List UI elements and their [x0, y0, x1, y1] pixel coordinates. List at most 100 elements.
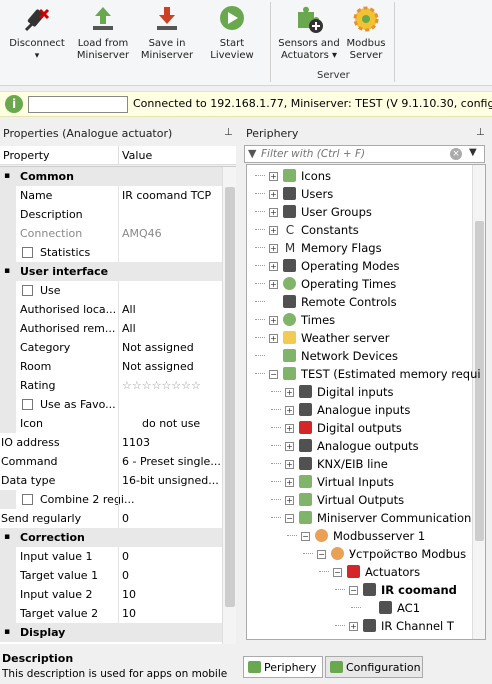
tree-node[interactable]: + Times	[247, 311, 473, 329]
tree-node[interactable]: − Modbusserver 1	[247, 527, 473, 545]
property-category[interactable]: ▪ Common	[0, 167, 222, 186]
tree-node[interactable]: + Digital outputs	[247, 419, 473, 437]
expand-icon[interactable]: +	[269, 334, 278, 343]
tree-node[interactable]: AC1	[247, 599, 473, 617]
pin-icon[interactable]: ⊥	[476, 127, 485, 138]
property-value[interactable]: Not assigned	[122, 357, 220, 376]
tree-node[interactable]: + Analogue inputs	[247, 401, 473, 419]
collapse-icon[interactable]: −	[333, 568, 342, 577]
property-value[interactable]: 16-bit unsigned...	[122, 471, 220, 490]
collapse-icon[interactable]: −	[269, 370, 278, 379]
expand-icon[interactable]: +	[269, 208, 278, 217]
property-row[interactable]: Use	[0, 281, 222, 300]
tree-node[interactable]: − Miniserver Communication	[247, 509, 473, 527]
load-from-miniserver-button[interactable]: Load from Miniserver	[72, 2, 134, 62]
collapse-icon[interactable]: ▪	[4, 262, 10, 281]
property-row[interactable]: Icon do not use	[0, 414, 222, 433]
disconnect-button[interactable]: Disconnect ▾	[6, 2, 68, 62]
expand-icon[interactable]: +	[269, 280, 278, 289]
tree-node[interactable]: + C Constants	[247, 221, 473, 239]
expand-icon[interactable]: +	[269, 316, 278, 325]
tree-node[interactable]: + Digital inputs	[247, 383, 473, 401]
expand-icon[interactable]: +	[285, 442, 294, 451]
tree-node[interactable]: + Operating Times	[247, 275, 473, 293]
pin-icon[interactable]: ⊥	[224, 127, 233, 138]
tree-node[interactable]: − TEST (Estimated memory requi	[247, 365, 481, 383]
property-row[interactable]: Description	[0, 205, 222, 224]
tree-node[interactable]: − Устройство Modbus	[247, 545, 473, 563]
property-row[interactable]: Input value 1 0	[0, 547, 222, 566]
property-value[interactable]: 0	[122, 547, 220, 566]
property-row[interactable]: Authorised rem... All	[0, 319, 222, 338]
expand-icon[interactable]: +	[269, 244, 278, 253]
property-row[interactable]: Statistics	[0, 243, 222, 262]
property-value[interactable]: Not assigned	[122, 338, 220, 357]
tree-node[interactable]: + User Groups	[247, 203, 473, 221]
property-row[interactable]: Target value 1 0	[0, 566, 222, 585]
rating-stars[interactable]: ☆☆☆☆☆☆☆☆	[122, 376, 220, 395]
expand-icon[interactable]: +	[269, 226, 278, 235]
property-row[interactable]: Use as Favo...	[0, 395, 222, 414]
property-value[interactable]: 6 - Preset single...	[122, 452, 220, 471]
property-value[interactable]: 0	[122, 509, 220, 528]
tree-node[interactable]: + Virtual Outputs	[247, 491, 473, 509]
chevron-down-icon[interactable]: ▼	[469, 147, 477, 158]
save-in-miniserver-button[interactable]: Save in Miniserver	[136, 2, 198, 62]
property-value[interactable]: AMQ46	[122, 224, 220, 243]
disconnect-dropdown[interactable]: ▾	[6, 50, 68, 62]
column-property[interactable]: Property	[3, 146, 50, 165]
tree-node[interactable]: + Users	[247, 185, 473, 203]
property-row[interactable]: Data type 16-bit unsigned...	[0, 471, 222, 490]
modbus-server-button[interactable]: Modbus Server	[342, 2, 390, 62]
tab-configuration[interactable]: Configuration	[325, 656, 423, 678]
expand-icon[interactable]: +	[285, 388, 294, 397]
property-row[interactable]: Target value 2 10	[0, 604, 222, 623]
tree-node[interactable]: + M Memory Flags	[247, 239, 473, 257]
property-row[interactable]: Command 6 - Preset single...	[0, 452, 222, 471]
property-category[interactable]: ▪ User interface	[0, 262, 222, 281]
tree-node[interactable]: + Virtual Inputs	[247, 473, 473, 491]
property-value[interactable]: 10	[122, 585, 220, 604]
property-value[interactable]: All	[122, 319, 220, 338]
properties-scrollbar[interactable]	[222, 167, 236, 644]
tree-node[interactable]: − IR coomand	[247, 581, 473, 599]
tree-node[interactable]: + Weather server	[247, 329, 473, 347]
property-row[interactable]: Room Not assigned	[0, 357, 222, 376]
property-value[interactable]: IR coomand TCP	[122, 186, 220, 205]
expand-icon[interactable]: +	[285, 478, 294, 487]
property-category[interactable]: ▪ Display	[0, 623, 222, 642]
tree-node[interactable]: + Icons	[247, 167, 473, 185]
property-value[interactable]: 0	[122, 566, 220, 585]
collapse-icon[interactable]: −	[301, 532, 310, 541]
property-row[interactable]: Rating ☆☆☆☆☆☆☆☆	[0, 376, 222, 395]
expand-icon[interactable]: +	[269, 190, 278, 199]
property-value[interactable]: 10	[122, 604, 220, 623]
property-row[interactable]: Name IR coomand TCP	[0, 186, 222, 205]
filter-box[interactable]: ▼ × ▼	[244, 145, 485, 163]
checkbox[interactable]	[22, 399, 33, 410]
property-row[interactable]: Input value 2 10	[0, 585, 222, 604]
start-liveview-button[interactable]: Start Liveview	[202, 2, 262, 62]
expand-icon[interactable]: +	[285, 424, 294, 433]
collapse-icon[interactable]: −	[349, 586, 358, 595]
tree-node[interactable]: + Operating Modes	[247, 257, 473, 275]
property-row[interactable]: Authorised loca... All	[0, 300, 222, 319]
property-row[interactable]: Connection AMQ46	[0, 224, 222, 243]
collapse-icon[interactable]: −	[317, 550, 326, 559]
property-value[interactable]: do not use	[142, 414, 222, 433]
expand-icon[interactable]: +	[285, 460, 294, 469]
expand-icon[interactable]: +	[269, 262, 278, 271]
checkbox[interactable]	[22, 285, 33, 296]
filter-input[interactable]	[261, 147, 447, 161]
tree-scrollbar[interactable]	[472, 165, 485, 639]
property-category[interactable]: ▪ Correction	[0, 528, 222, 547]
collapse-icon[interactable]: ▪	[4, 623, 10, 642]
expand-icon[interactable]: +	[285, 496, 294, 505]
property-row[interactable]: IO address 1103	[0, 433, 222, 452]
tree-node[interactable]: + KNX/EIB line	[247, 455, 473, 473]
collapse-icon[interactable]: −	[285, 514, 294, 523]
tree-node[interactable]: Network Devices	[247, 347, 473, 365]
expand-icon[interactable]: +	[269, 172, 278, 181]
checkbox[interactable]	[22, 494, 33, 505]
scrollbar-thumb[interactable]	[225, 187, 235, 607]
